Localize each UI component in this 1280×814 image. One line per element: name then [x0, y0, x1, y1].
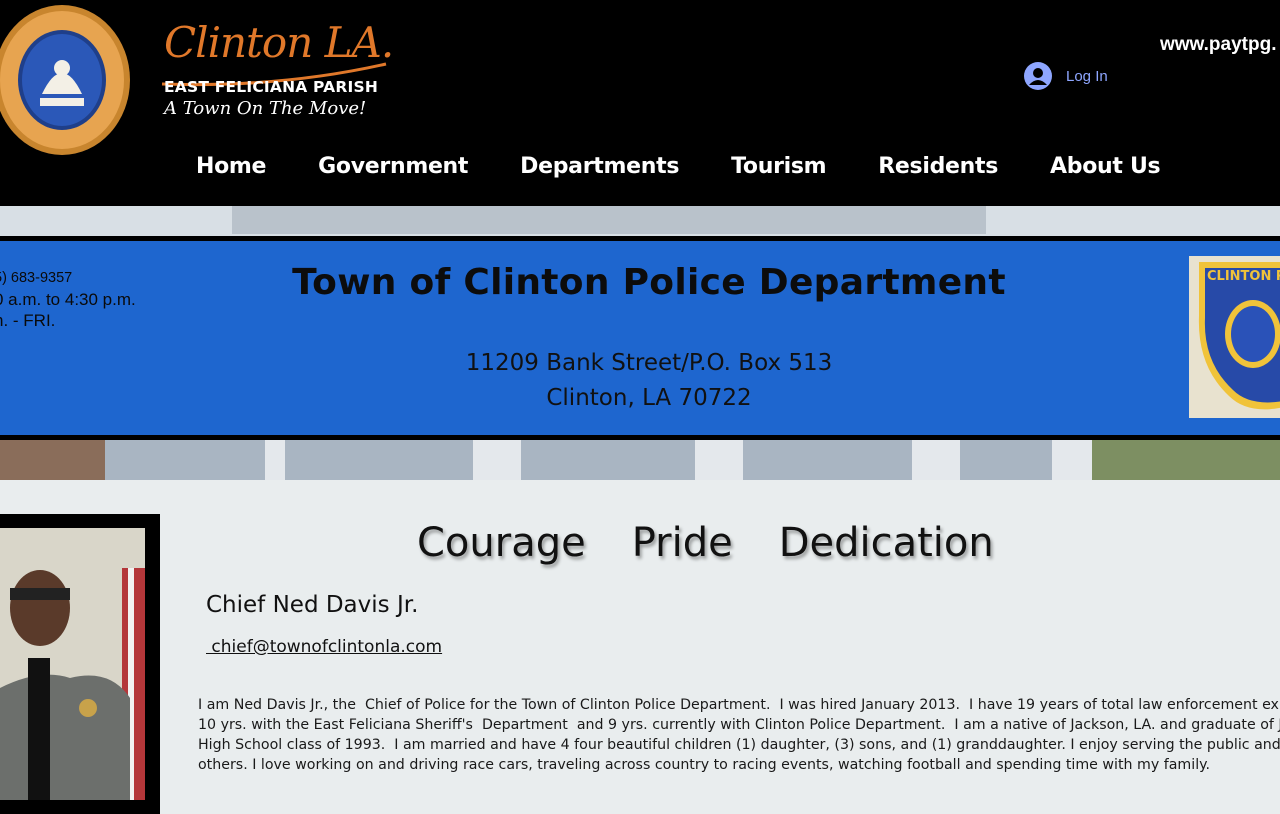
chief-email-link[interactable]: chief@townofclintonla.com: [206, 637, 442, 657]
bio-line: I am Ned Davis Jr., the Chief of Police …: [198, 697, 1280, 713]
town-seal-logo[interactable]: [0, 2, 132, 156]
badge-text: CLINTON POLICE: [1207, 269, 1280, 284]
motto-courage: Courage: [417, 520, 586, 566]
motto-dedication: Dedication: [778, 520, 994, 566]
motto: Courage Pride Dedication: [417, 520, 994, 576]
main-nav: Home Government Departments Tourism Resi…: [170, 150, 1186, 184]
nav-item-government[interactable]: Government: [292, 150, 494, 184]
chief-photo: [0, 528, 145, 800]
user-avatar-icon: [1024, 62, 1052, 90]
logo-script-text: Clinton LA.: [164, 18, 394, 67]
chief-bio: I am Ned Davis Jr., the Chief of Police …: [198, 695, 1280, 775]
nav-item-about-us[interactable]: About Us: [1024, 150, 1186, 184]
nav-item-departments[interactable]: Departments: [494, 150, 705, 184]
nav-item-home[interactable]: Home: [170, 150, 292, 184]
police-badge-image: CLINTON POLICE: [1189, 256, 1280, 418]
department-address: 11209 Bank Street/P.O. Box 513 Clinton, …: [0, 346, 1280, 416]
nav-item-tourism[interactable]: Tourism: [705, 150, 852, 184]
address-line-1: 11209 Bank Street/P.O. Box 513: [465, 350, 833, 376]
motto-pride: Pride: [631, 520, 733, 566]
chief-name: Chief Ned Davis Jr.: [206, 592, 419, 618]
clinton-logo[interactable]: Clinton LA. EAST FELICIANA PARISH A Town…: [160, 14, 400, 124]
site-header: Clinton LA. EAST FELICIANA PARISH A Town…: [0, 0, 1280, 206]
logo-parish-text: EAST FELICIANA PARISH: [164, 78, 379, 96]
bio-line: High School class of 1993. I am married …: [198, 737, 1280, 753]
bio-line: others. I love working on and driving ra…: [198, 757, 1211, 773]
login-button[interactable]: Log In: [1024, 61, 1108, 91]
contact-days: n. - FRI.: [0, 311, 56, 330]
nav-item-residents[interactable]: Residents: [852, 150, 1024, 184]
logo-slogan-text: A Town On The Move!: [164, 98, 367, 119]
address-line-2: Clinton, LA 70722: [546, 385, 752, 411]
paytpg-link[interactable]: www.paytpg.: [1160, 34, 1276, 56]
bio-line: 10 yrs. with the East Feliciana Sheriff'…: [198, 717, 1280, 733]
department-title: Town of Clinton Police Department: [292, 262, 1006, 303]
login-label: Log In: [1066, 67, 1108, 85]
